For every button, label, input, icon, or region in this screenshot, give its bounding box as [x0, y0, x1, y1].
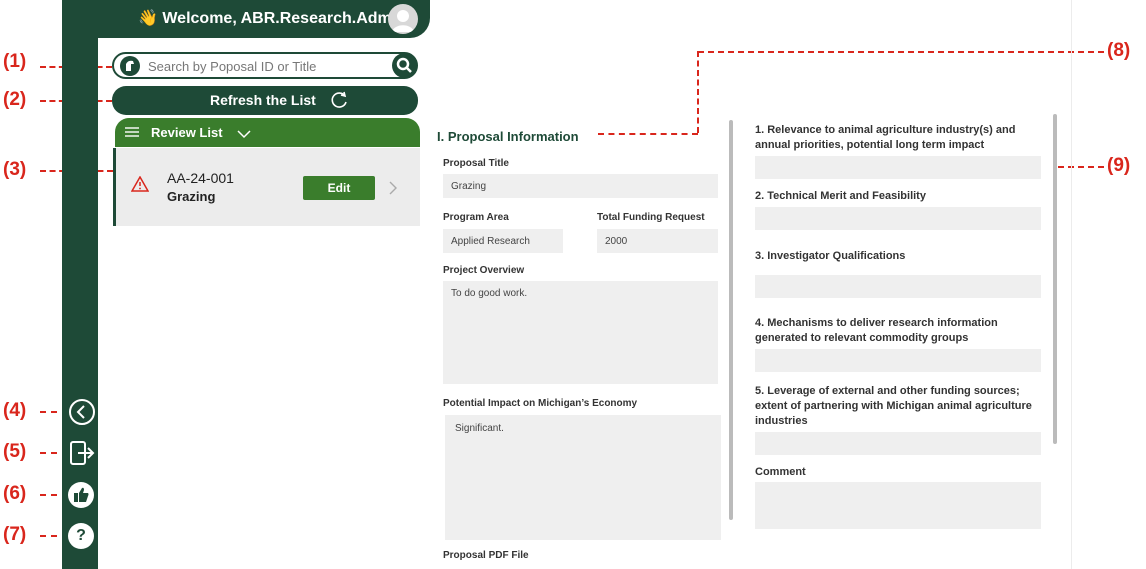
refresh-icon — [330, 90, 350, 113]
help-icon[interactable]: ? — [68, 523, 94, 549]
criterion-4-field[interactable] — [755, 349, 1041, 372]
criterion-5-field[interactable] — [755, 432, 1041, 455]
criterion-2-field[interactable] — [755, 207, 1041, 230]
comment-field[interactable] — [755, 482, 1041, 529]
callout-2: (2) — [3, 89, 27, 110]
callout-8: (8) — [1107, 40, 1131, 61]
callout-8-leader-v — [697, 51, 699, 133]
overview-field[interactable]: To do good work. — [443, 281, 718, 384]
callout-4: (4) — [3, 400, 27, 421]
criterion-4-label: 4. Mechanisms to deliver research inform… — [755, 317, 998, 344]
program-area-label: Program Area — [443, 212, 509, 223]
criterion-2-label: 2. Technical Merit and Feasibility — [755, 190, 926, 202]
section-title: I. Proposal Information — [437, 129, 579, 144]
panel-divider — [1071, 0, 1072, 569]
impact-label: Potential Impact on Michigan’s Economy — [443, 398, 638, 409]
funding-field[interactable]: 2000 — [597, 229, 718, 253]
proposal-scrollbar[interactable] — [729, 120, 733, 520]
comment-label: Comment — [755, 466, 806, 478]
item-id: AA-24-001 — [167, 170, 234, 186]
proposal-title-field[interactable]: Grazing — [443, 174, 718, 198]
proposal-title-label: Proposal Title — [443, 158, 509, 169]
refresh-button[interactable]: Refresh the List — [112, 86, 418, 115]
funding-label: Total Funding Request — [597, 212, 705, 223]
callout-8-leader-end — [598, 133, 698, 135]
callout-5: (5) — [3, 441, 27, 462]
callout-3: (3) — [3, 159, 27, 180]
callout-6: (6) — [3, 483, 27, 504]
search-placeholder: Search by Poposal ID or Title — [148, 59, 317, 74]
collapse-icon[interactable] — [69, 399, 95, 425]
callout-1: (1) — [3, 51, 27, 72]
callout-9: (9) — [1107, 155, 1131, 176]
callout-7: (7) — [3, 524, 27, 545]
spartan-logo-icon — [120, 56, 140, 76]
program-area-field[interactable]: Applied Research — [443, 229, 563, 253]
logout-icon[interactable] — [67, 439, 97, 467]
edit-button[interactable]: Edit — [303, 176, 375, 200]
chevron-down-icon — [237, 127, 251, 142]
criterion-3-field[interactable] — [755, 275, 1041, 298]
callout-9-leader — [1058, 166, 1104, 168]
criterion-5-label: 5. Leverage of external and other fundin… — [755, 385, 1032, 427]
thumbs-up-icon[interactable] — [68, 482, 94, 508]
review-list-dropdown[interactable]: Review List — [115, 118, 420, 147]
criteria-scrollbar[interactable] — [1053, 114, 1057, 444]
welcome-text: 👋 Welcome, ABR.Research.Admin — [138, 10, 406, 27]
criterion-3-label: 3. Investigator Qualifications — [755, 250, 906, 262]
review-list-title: Review List — [151, 125, 223, 140]
warning-icon — [130, 175, 150, 197]
avatar-icon[interactable] — [388, 4, 418, 34]
chevron-right-icon[interactable] — [389, 181, 397, 200]
item-title: Grazing — [167, 189, 216, 204]
refresh-label: Refresh the List — [210, 92, 316, 108]
menu-list-icon — [125, 126, 139, 141]
pdf-label: Proposal PDF File — [443, 550, 529, 561]
callout-8-leader-h — [698, 51, 1104, 53]
impact-field[interactable]: Significant. — [445, 415, 721, 540]
overview-label: Project Overview — [443, 265, 525, 276]
criterion-1-label: 1. Relevance to animal agriculture indus… — [755, 124, 1016, 151]
criterion-1-field[interactable] — [755, 156, 1041, 179]
search-icon[interactable] — [392, 53, 417, 78]
